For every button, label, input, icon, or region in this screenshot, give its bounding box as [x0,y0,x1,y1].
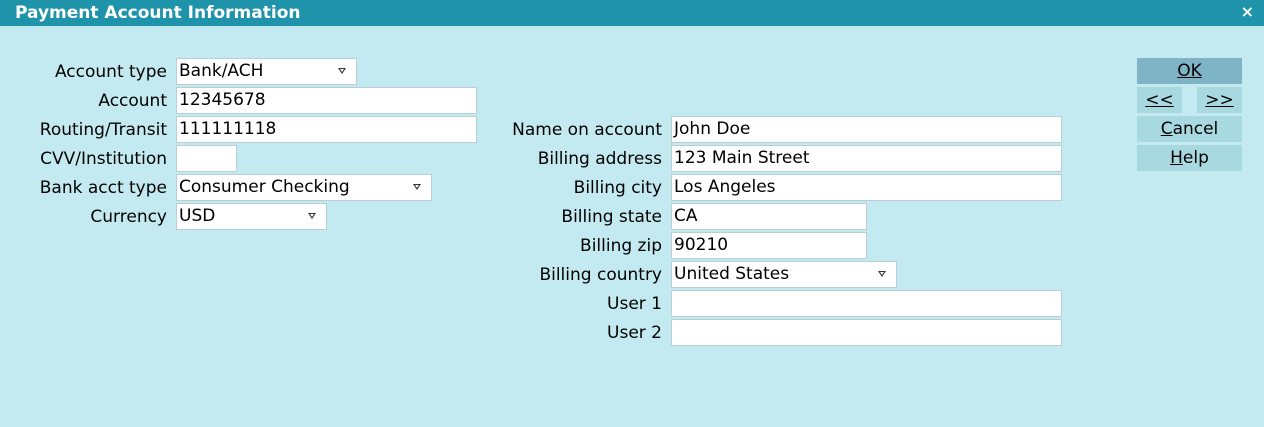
name-on-account-label: Name on account [512,120,662,140]
window-title: Payment Account Information [15,3,301,23]
bank-acct-type-value: Consumer Checking [179,177,350,197]
chevron-down-icon [338,68,346,74]
billing-address-input[interactable]: 123 Main Street [671,145,1062,172]
account-label: Account [98,91,167,111]
cvv-label: CVV/Institution [40,149,167,169]
user2-input[interactable] [671,319,1062,346]
prev-button-label: << [1145,90,1174,110]
billing-state-label: Billing state [561,207,662,227]
currency-value: USD [179,206,216,226]
billing-city-label: Billing city [573,178,662,198]
billing-country-label: Billing country [539,265,662,285]
currency-select[interactable]: USD [176,203,327,230]
user1-input[interactable] [671,290,1062,317]
billing-country-select[interactable]: United States [671,261,897,288]
name-on-account-input[interactable]: John Doe [671,116,1062,143]
close-icon[interactable]: × [1241,2,1254,22]
bank-acct-type-select[interactable]: Consumer Checking [176,174,432,201]
bank-acct-type-label: Bank acct type [39,178,167,198]
billing-zip-input[interactable]: 90210 [671,232,867,259]
user1-label: User 1 [607,294,662,314]
next-button-label: >> [1205,90,1234,110]
billing-city-input[interactable]: Los Angeles [671,174,1062,201]
chevron-down-icon [308,213,316,219]
next-button[interactable]: >> [1197,87,1242,113]
prev-button[interactable]: << [1137,87,1182,113]
billing-address-label: Billing address [537,149,662,169]
help-button-label: Help [1170,148,1209,168]
cancel-button[interactable]: Cancel [1137,116,1242,142]
billing-zip-label: Billing zip [580,236,662,256]
account-type-select[interactable]: Bank/ACH [176,58,357,85]
billing-country-value: United States [674,264,790,284]
ok-button[interactable]: OK [1137,58,1242,84]
cancel-button-label: Cancel [1160,119,1219,139]
routing-label: Routing/Transit [39,120,167,140]
account-input[interactable]: 12345678 [176,87,477,114]
title-bar: Payment Account Information × [0,0,1264,26]
billing-state-input[interactable]: CA [671,203,867,230]
routing-input[interactable]: 111111118 [176,116,477,143]
account-type-value: Bank/ACH [179,61,264,81]
ok-button-label: OK [1177,61,1202,81]
account-type-label: Account type [54,62,167,82]
help-button[interactable]: Help [1137,145,1242,171]
currency-label: Currency [90,207,167,227]
chevron-down-icon [878,271,886,277]
chevron-down-icon [413,184,421,190]
cvv-input[interactable] [176,145,237,172]
user2-label: User 2 [607,323,662,343]
